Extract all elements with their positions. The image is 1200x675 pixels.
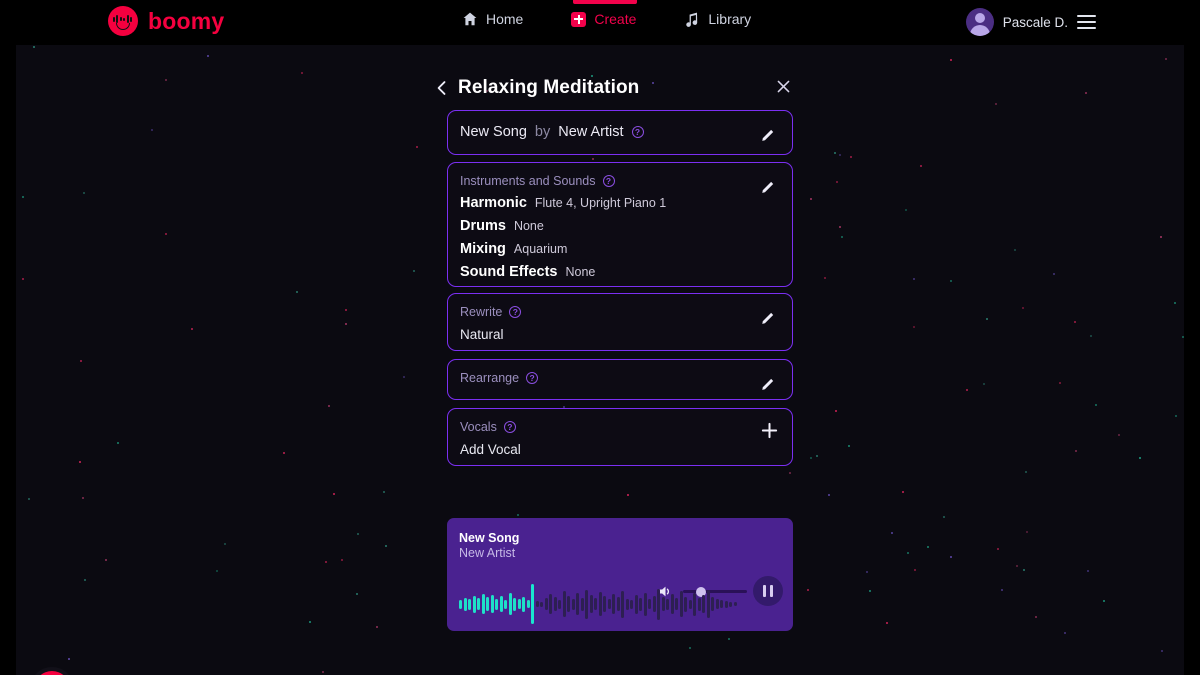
waveform-seekbar[interactable] [459,583,781,625]
instruments-card-label: Instruments and Sounds [460,174,596,188]
song-name: New Song [460,124,527,140]
instrument-key: Harmonic [460,195,527,211]
pencil-edit-icon[interactable] [757,175,779,197]
close-x-icon[interactable] [768,71,798,101]
instrument-row: Sound Effects None [460,264,792,280]
vocals-card[interactable]: Vocals ? Add Vocal [447,408,793,466]
instrument-value: None [565,265,596,279]
panel-header: Relaxing Meditation [432,68,794,108]
content-surface: Relaxing Meditation New Song by New Arti… [16,45,1184,675]
instrument-key: Mixing [460,241,506,257]
active-tab-indicator [573,0,637,4]
pencil-edit-icon[interactable] [757,123,779,145]
app-root: boomy Home Create Library Pascale D. Rel… [0,0,1200,675]
player-song-artist: New Artist [459,546,516,560]
nav-label-create: Create [594,11,637,27]
help-circle-icon[interactable]: ? [631,126,644,138]
vocals-value: Add Vocal [460,442,521,457]
person-avatar-icon [965,8,994,36]
help-circle-icon[interactable]: ? [602,175,615,187]
chevron-left-icon[interactable] [432,78,452,98]
player-song-title: New Song [459,531,520,545]
song-artist: New Artist [558,124,624,140]
rewrite-card[interactable]: Rewrite ? Natural [447,293,793,351]
help-circle-icon[interactable]: ? [526,372,539,384]
rearrange-card-label-row: Rearrange ? [460,371,792,385]
song-name-card[interactable]: New Song by New Artist ? [447,110,793,155]
instruments-card-label-row: Instruments and Sounds ? [460,174,792,188]
music-note-icon [684,11,700,27]
pencil-edit-icon[interactable] [757,372,779,394]
boomy-face-icon [108,6,138,36]
vocals-card-label-row: Vocals ? [460,420,792,434]
help-circle-icon[interactable]: ? [503,421,516,433]
home-icon [462,11,478,27]
instrument-row: Mixing Aquarium [460,241,792,257]
instrument-value: Flute 4, Upright Piano 1 [534,196,667,210]
nav-items: Home Create Library [462,11,751,27]
top-navigation-bar: boomy Home Create Library Pascale D. [0,0,1200,45]
rearrange-card-label: Rearrange [460,371,520,385]
song-by-label: by [534,124,551,140]
help-circle-icon[interactable]: ? [509,306,522,318]
brand-logo[interactable]: boomy [108,6,224,36]
instrument-value: None [513,219,544,233]
nav-label-library: Library [708,11,752,27]
instruments-and-sounds-card[interactable]: Instruments and Sounds ? Harmonic Flute … [447,162,793,287]
rewrite-card-label-row: Rewrite ? [460,305,792,319]
nav-label-home: Home [486,11,524,27]
instrument-key: Sound Effects [460,264,558,280]
rearrange-card[interactable]: Rearrange ? [447,359,793,400]
instrument-key: Drums [460,218,506,234]
brand-name: boomy [148,7,225,34]
user-area[interactable]: Pascale D. [965,8,1096,36]
nav-item-home[interactable]: Home [462,11,523,27]
nav-item-create[interactable]: Create [571,11,636,27]
instrument-row: Drums None [460,218,792,234]
rewrite-value: Natural [460,327,504,342]
nav-item-library[interactable]: Library [684,11,751,27]
plus-square-icon [571,11,587,27]
pencil-edit-icon[interactable] [757,306,779,328]
audio-player: New Song New Artist [447,518,793,631]
rewrite-card-label: Rewrite [460,305,503,319]
instrument-value: Aquarium [513,242,568,256]
hamburger-menu-icon[interactable] [1077,15,1096,29]
plus-icon[interactable] [758,419,780,441]
instrument-row: Harmonic Flute 4, Upright Piano 1 [460,195,792,211]
user-name: Pascale D. [1002,14,1068,30]
vocals-card-label: Vocals [460,420,497,434]
page-title: Relaxing Meditation [458,77,640,98]
